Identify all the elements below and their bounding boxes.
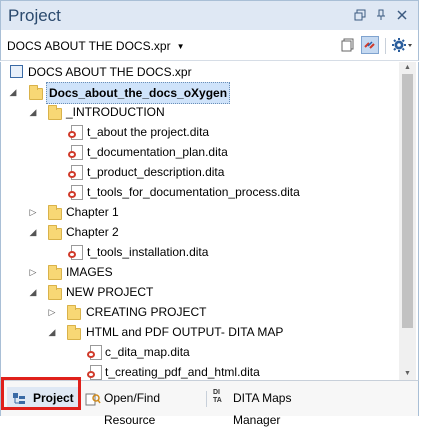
project-tree: DOCS ABOUT THE DOCS.xpr ◢ Docs_about_the… [0, 62, 419, 380]
scrollbar-thumb[interactable] [402, 74, 413, 328]
project-toolbar: DOCS ABOUT THE DOCS.xpr ▼ [0, 30, 419, 61]
collapsed-triangle-icon[interactable]: ▷ [47, 307, 57, 317]
folder-icon [48, 225, 62, 240]
folder-icon [29, 85, 43, 100]
tree-item-file[interactable]: t_product_description.dita [1, 162, 397, 182]
expanded-triangle-icon[interactable]: ◢ [28, 107, 38, 117]
expanded-triangle-icon[interactable]: ◢ [28, 227, 38, 237]
dita-file-icon [68, 245, 83, 260]
toolbar-separator [385, 38, 386, 54]
dita-file-icon [68, 165, 83, 180]
folder-icon [48, 105, 62, 120]
dita-icon: DI TA [213, 389, 222, 404]
tab-separator [206, 391, 207, 407]
tree-item-folder[interactable]: ◢ HTML and PDF OUTPUT- DITA MAP [1, 322, 397, 342]
folder-icon [67, 305, 81, 320]
folder-icon [48, 265, 62, 280]
dita-file-icon [87, 345, 102, 360]
tree-item-folder[interactable]: ◢ Chapter 2 [1, 222, 397, 242]
collapsed-triangle-icon[interactable]: ▷ [28, 207, 38, 217]
folder-icon [67, 325, 81, 340]
settings-icon[interactable] [391, 36, 412, 54]
scroll-down-icon[interactable]: ▼ [399, 368, 416, 380]
tree-item-file[interactable]: c_dita_map.dita [1, 342, 397, 362]
tree-item-folder[interactable]: ▷ CREATING PROJECT [1, 302, 397, 322]
open-find-icon [85, 391, 101, 413]
tree-item-file[interactable]: t_about the project.dita [1, 122, 397, 142]
project-file-label: DOCS ABOUT THE DOCS.xpr [7, 39, 171, 53]
folder-icon [48, 285, 62, 300]
dita-file-icon [68, 125, 83, 140]
tree-item-folder[interactable]: ▷ IMAGES [1, 262, 397, 282]
project-file-icon [10, 65, 23, 78]
scroll-up-icon[interactable]: ▲ [399, 62, 416, 74]
tree-item-folder[interactable]: ◢ Docs_about_the_docs_oXygen [1, 82, 397, 104]
tree-item-folder[interactable]: ◢ _INTRODUCTION [1, 102, 397, 122]
collapsed-triangle-icon[interactable]: ▷ [28, 267, 38, 277]
link-with-editor-icon[interactable] [361, 36, 379, 54]
close-icon[interactable] [395, 9, 409, 23]
chevron-down-icon: ▼ [176, 42, 185, 51]
panel-title-bar: Project [0, 0, 419, 30]
tree-item-folder[interactable]: ▷ Chapter 1 [1, 202, 397, 222]
dita-file-icon [68, 185, 83, 200]
tree-item-file[interactable]: t_tools_installation.dita [1, 242, 397, 262]
panel-title: Project [8, 6, 61, 25]
tab-dita-maps-manager[interactable]: DI TA DITA Maps Manager [213, 387, 335, 427]
expanded-triangle-icon[interactable]: ◢ [28, 287, 38, 297]
tree-item-folder[interactable]: ◢ NEW PROJECT [1, 282, 397, 302]
project-panel: Project DOCS ABOUT THE DOCS.xpr ▼ DOCS A… [0, 0, 421, 427]
tree-item-project-file[interactable]: DOCS ABOUT THE DOCS.xpr [1, 62, 397, 82]
expanded-triangle-icon[interactable]: ◢ [8, 87, 18, 97]
restore-icon[interactable] [353, 9, 367, 23]
project-file-dropdown[interactable]: DOCS ABOUT THE DOCS.xpr ▼ [7, 39, 185, 53]
folder-icon [48, 205, 62, 220]
tree-item-file[interactable]: t_documentation_plan.dita [1, 142, 397, 162]
highlight-box [1, 377, 81, 410]
vertical-scrollbar[interactable]: ▲ ▼ [399, 62, 416, 380]
dita-file-icon [87, 365, 102, 380]
expanded-triangle-icon[interactable]: ◢ [47, 327, 57, 337]
tab-open-find-resource[interactable]: Open/Find Resource [85, 387, 205, 427]
tree-item-file[interactable]: t_tools_for_documentation_process.dita [1, 182, 397, 202]
pin-icon[interactable] [374, 9, 388, 23]
dita-file-icon [68, 145, 83, 160]
collapse-all-icon[interactable] [339, 36, 357, 54]
